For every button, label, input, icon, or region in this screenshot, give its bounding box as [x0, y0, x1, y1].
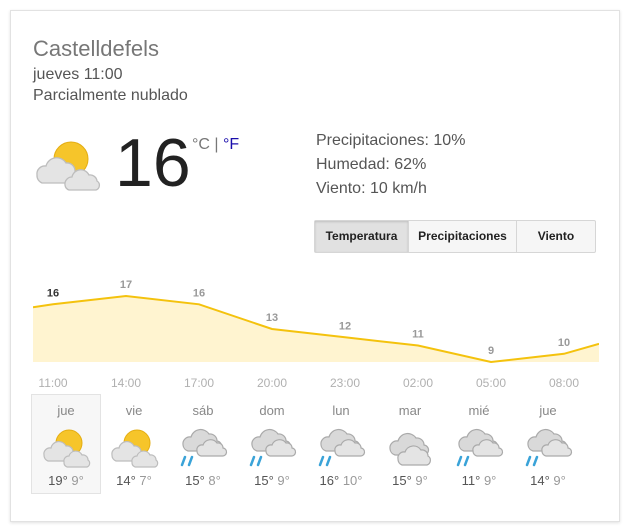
forecast-day-name: jue [57, 403, 75, 418]
forecast-days: jue 19° 9° vie 14° 7° sáb 15° 8° dom 15° 9° lun 1… [31, 394, 597, 495]
tab-temperatura[interactable]: Temperatura [315, 221, 409, 252]
unit-celsius[interactable]: °C [192, 136, 210, 153]
rain-icon [180, 428, 228, 467]
chart-x-tick: 14:00 [111, 376, 141, 390]
forecast-day-3[interactable]: dom 15° 9° [238, 395, 306, 493]
tab-viento[interactable]: Viento [517, 221, 595, 252]
humidity-stat: Humedad: 62% [316, 156, 427, 173]
forecast-low: 9° [415, 473, 428, 488]
forecast-temps: 19° 9° [32, 473, 100, 488]
chart-x-tick: 05:00 [476, 376, 506, 390]
chart-data-label: 16 [47, 287, 59, 299]
temperature-chart: 16 11:00 17 14:00 16 17:00 13 20:00 12 23:00 11 02:… [33, 279, 599, 390]
forecast-day-7[interactable]: jue 14° 9° [514, 395, 582, 493]
forecast-day-0[interactable]: jue 19° 9° [31, 394, 101, 494]
forecast-temps: 11° 9° [445, 473, 513, 488]
chart-data-label: 9 [488, 345, 494, 357]
forecast-low: 10° [342, 473, 363, 488]
chart-data-label: 16 [193, 287, 205, 299]
partly-cloudy-icon [111, 429, 159, 468]
condition-label: Parcialmente nublado [33, 87, 188, 104]
chart-x-tick: 20:00 [257, 376, 287, 390]
chart-x-tick: 11:00 [38, 376, 67, 390]
forecast-high: 19° [48, 473, 68, 488]
rain-icon [525, 428, 573, 467]
chart-x-tick: 23:00 [330, 376, 360, 390]
rain-icon [318, 428, 366, 467]
unit-separator: | [214, 136, 219, 153]
partly-cloudy-icon [36, 141, 101, 191]
chart-data-label: 12 [339, 320, 351, 332]
forecast-high: 15° [254, 473, 274, 488]
chart-data-label: 11 [412, 329, 424, 341]
forecast-day-4[interactable]: lun 16° 10° [307, 395, 375, 493]
tab-precipitaciones[interactable]: Precipitaciones [409, 221, 517, 252]
forecast-temps: 14° 9° [514, 473, 582, 488]
chart-data-label: 13 [266, 312, 278, 324]
forecast-low: 9° [71, 473, 84, 488]
forecast-temps: 15° 9° [376, 473, 444, 488]
forecast-low: 9° [483, 473, 497, 488]
chart-tabs: Temperatura Precipitaciones Viento [314, 220, 596, 253]
forecast-temps: 15° 9° [238, 473, 306, 488]
forecast-high: 15° [185, 473, 205, 488]
location-title: Castelldefels [33, 36, 159, 61]
forecast-day-1[interactable]: vie 14° 7° [100, 395, 168, 493]
datetime-label: jueves 11:00 [33, 66, 123, 83]
forecast-day-5[interactable]: mar 15° 9° [376, 395, 444, 493]
chart-area [33, 296, 599, 362]
unit-switcher: °C | °F [192, 136, 239, 154]
chart-data-label: 10 [558, 337, 570, 349]
forecast-high: 14° [530, 473, 550, 488]
chart-x-tick: 02:00 [403, 376, 433, 390]
current-temperature: 16 [115, 125, 191, 201]
forecast-low: 8° [208, 473, 221, 488]
chart-x-tick: 17:00 [184, 376, 214, 390]
forecast-day-name: sáb [192, 403, 214, 418]
forecast-temps: 15° 8° [169, 473, 237, 488]
chart-x-tick: 08:00 [549, 376, 579, 390]
forecast-day-name: mié [468, 403, 490, 418]
forecast-day-6[interactable]: mié 11° 9° [445, 395, 513, 493]
rain-icon [456, 428, 504, 467]
forecast-day-name: mar [398, 403, 422, 418]
cloudy-icon [389, 432, 431, 466]
forecast-day-name: lun [332, 403, 350, 418]
forecast-day-2[interactable]: sáb 15° 8° [169, 395, 237, 493]
forecast-high: 16° [319, 473, 340, 488]
forecast-high: 15° [392, 473, 412, 488]
unit-fahrenheit[interactable]: °F [223, 136, 239, 153]
forecast-low: 7° [139, 473, 152, 488]
forecast-day-name: vie [125, 403, 143, 418]
forecast-temps: 16° 10° [307, 473, 375, 488]
forecast-temps: 14° 7° [100, 473, 168, 488]
wind-stat: Viento: 10 km/h [316, 180, 427, 197]
forecast-high: 11° [461, 473, 481, 488]
weather-card: Castelldefels jueves 11:00 Parcialmente … [10, 10, 620, 522]
forecast-day-name: dom [259, 403, 285, 418]
chart-data-label: 17 [120, 279, 132, 291]
forecast-high: 14° [116, 473, 136, 488]
partly-cloudy-icon [43, 429, 91, 468]
precipitation-stat: Precipitaciones: 10% [316, 132, 466, 149]
forecast-day-name: jue [539, 403, 557, 418]
forecast-low: 9° [553, 473, 566, 488]
forecast-low: 9° [277, 473, 290, 488]
rain-icon [249, 428, 297, 467]
